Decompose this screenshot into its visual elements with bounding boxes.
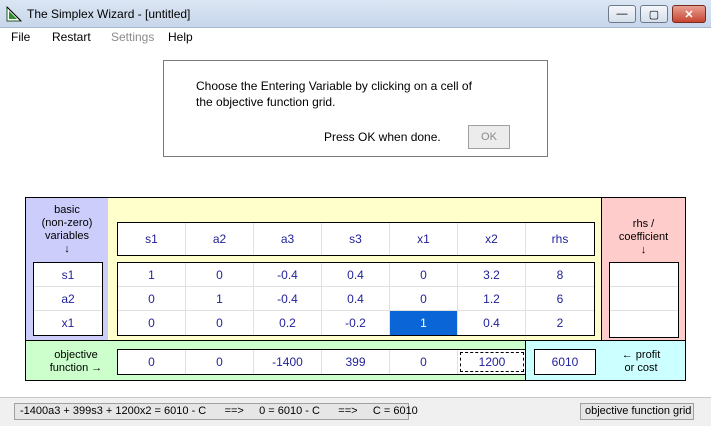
status-bar: -1400a3 + 399s3 + 1200x2 = 6010 - C ==> …	[0, 397, 711, 426]
header-cell[interactable]: rhs	[526, 223, 594, 255]
menu-settings[interactable]: Settings	[111, 30, 154, 44]
instruction-line-1: Choose the Entering Variable by clicking…	[196, 79, 472, 93]
basic-var-cell[interactable]: a2	[34, 287, 102, 311]
header-cell[interactable]: x1	[390, 223, 458, 255]
instruction-line-2: the objective function grid.	[196, 95, 336, 109]
basic-var-cell[interactable]: x1	[34, 311, 102, 335]
minimize-button[interactable]: —	[608, 5, 636, 23]
objective-cell[interactable]: 399	[322, 350, 390, 374]
simplex-app-icon	[6, 6, 22, 22]
ok-button[interactable]: OK	[468, 125, 510, 149]
objective-value-grid[interactable]: 6010	[534, 349, 596, 375]
coefficient-cell[interactable]: 0	[186, 311, 254, 335]
coefficient-cell[interactable]: 1	[118, 263, 186, 287]
coefficient-cell[interactable]: 8	[526, 263, 594, 287]
objective-cell[interactable]: 0	[118, 350, 186, 374]
coefficient-cell[interactable]: 0.4	[322, 287, 390, 311]
objective-value-row: 6010	[535, 350, 595, 374]
basic-label-line-3: variables	[44, 230, 90, 242]
down-arrow-icon: ↓	[640, 244, 647, 256]
coefficient-cell[interactable]: -0.4	[254, 287, 322, 311]
coefficient-cell[interactable]: 0	[186, 263, 254, 287]
ratio-cell[interactable]	[610, 287, 678, 311]
column-header-grid[interactable]: s1 a2 a3 s3 x1 x2 rhs	[117, 222, 595, 256]
profit-cost-label: ← profit or cost	[600, 349, 682, 375]
table-row: 1 0 -0.4 0.4 0 3.2 8	[118, 263, 594, 287]
press-ok-hint: Press OK when done.	[324, 130, 441, 144]
coefficient-cell[interactable]: 0.4	[458, 311, 526, 335]
objective-label-line-2: function →	[49, 362, 103, 374]
basic-variables-grid[interactable]: s1 a2 x1	[33, 262, 103, 336]
menu-restart[interactable]: Restart	[52, 30, 91, 44]
objective-cell[interactable]: 0	[390, 350, 458, 374]
table-row: 0 0 0.2 -0.2 1 0.4 2	[118, 311, 594, 335]
focused-objective-cell[interactable]: 1200	[458, 350, 526, 374]
table-row: 0 1 -0.4 0.4 0 1.2 6	[118, 287, 594, 311]
rhs-label-line-1: rhs /	[632, 218, 655, 230]
coefficient-cell[interactable]: 0	[118, 287, 186, 311]
header-cell[interactable]: a2	[186, 223, 254, 255]
minimize-icon: —	[616, 8, 628, 20]
basic-variables-panel: basic (non-zero) variables ↓ s1 a2 x1	[25, 197, 109, 341]
coefficient-cell[interactable]: -0.2	[322, 311, 390, 335]
ratio-cell[interactable]	[610, 263, 678, 287]
coefficient-cell[interactable]: 0.4	[322, 263, 390, 287]
title-bar: The Simplex Wizard - [untitled] — ▢ ✕	[0, 0, 711, 28]
tableau-panel: s1 a2 a3 s3 x1 x2 rhs 1 0 -0.4 0.4 0 3.2…	[108, 197, 602, 341]
basic-var-cell[interactable]: s1	[34, 263, 102, 287]
close-icon: ✕	[684, 8, 694, 21]
header-cell[interactable]: x2	[458, 223, 526, 255]
objective-row: 0 0 -1400 399 0 1200	[118, 350, 526, 374]
coefficient-cell[interactable]: 6	[526, 287, 594, 311]
coefficient-grid[interactable]: 1 0 -0.4 0.4 0 3.2 8 0 1 -0.4 0.4 0 1.2 …	[117, 262, 595, 336]
status-context: objective function grid	[580, 403, 694, 420]
instruction-text: Choose the Entering Variable by clicking…	[196, 78, 526, 110]
selected-pivot-cell[interactable]: 1	[390, 311, 458, 335]
window-title: The Simplex Wizard - [untitled]	[27, 7, 191, 21]
coefficient-cell[interactable]: 2	[526, 311, 594, 335]
profit-label-line-2: or cost	[624, 362, 658, 374]
coefficient-cell[interactable]: 0	[390, 287, 458, 311]
objective-cell[interactable]: 0	[186, 350, 254, 374]
coefficient-cell[interactable]: 0	[390, 263, 458, 287]
menu-bar: File Restart Settings Help	[0, 28, 711, 47]
coefficient-cell[interactable]: 3.2	[458, 263, 526, 287]
profit-label-line-1: ← profit	[621, 349, 661, 361]
header-cell[interactable]: s1	[118, 223, 186, 255]
basic-label-line-1: basic	[54, 204, 80, 216]
header-cell[interactable]: a3	[254, 223, 322, 255]
header-cell[interactable]: s3	[322, 223, 390, 255]
down-arrow-icon: ↓	[64, 243, 70, 255]
rhs-label-line-2: coefficient	[618, 231, 669, 243]
objective-label-line-1: objective	[54, 349, 98, 361]
basic-variables-label: basic (non-zero) variables ↓	[26, 204, 108, 256]
coefficient-cell[interactable]: 1	[186, 287, 254, 311]
objective-function-grid[interactable]: 0 0 -1400 399 0 1200	[117, 349, 527, 375]
menu-file[interactable]: File	[11, 30, 30, 44]
close-button[interactable]: ✕	[672, 5, 706, 23]
objective-function-panel: objective function → 0 0 -1400 399 0 120…	[25, 340, 527, 381]
basic-label-line-2: (non-zero)	[41, 217, 93, 229]
rhs-coefficient-label: rhs / coefficient ↓	[602, 218, 685, 257]
rhs-coefficient-panel: rhs / coefficient ↓	[601, 197, 686, 341]
maximize-button[interactable]: ▢	[640, 5, 668, 23]
coefficient-cell[interactable]: -0.4	[254, 263, 322, 287]
status-equation: -1400a3 + 399s3 + 1200x2 = 6010 - C ==> …	[14, 403, 418, 420]
maximize-icon: ▢	[648, 8, 660, 21]
coefficient-cell[interactable]: 0.2	[254, 311, 322, 335]
objective-value-cell[interactable]: 6010	[535, 350, 595, 374]
coefficient-cell[interactable]: 1.2	[458, 287, 526, 311]
menu-help[interactable]: Help	[168, 30, 193, 44]
header-row: s1 a2 a3 s3 x1 x2 rhs	[118, 223, 594, 255]
objective-function-label: objective function →	[36, 349, 116, 375]
coefficient-cell[interactable]: 0	[118, 311, 186, 335]
profit-cost-panel: 6010 ← profit or cost	[525, 340, 686, 381]
objective-cell[interactable]: -1400	[254, 350, 322, 374]
ratio-grid[interactable]	[609, 262, 679, 338]
instruction-box: Choose the Entering Variable by clicking…	[163, 60, 548, 157]
ratio-cell[interactable]	[610, 311, 678, 335]
